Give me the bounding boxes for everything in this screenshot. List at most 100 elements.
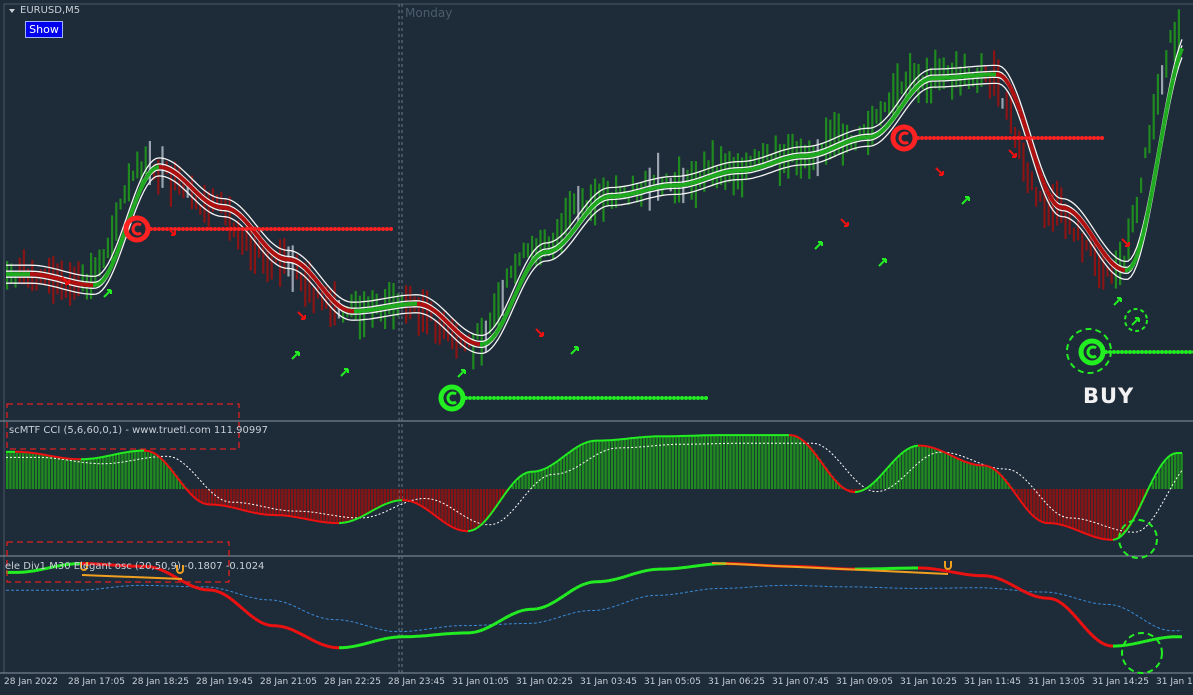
- cci-line: [911, 445, 916, 448]
- moving-average-core: [650, 186, 655, 191]
- moving-average-core: [523, 267, 530, 276]
- cci-bar: [338, 489, 342, 524]
- moving-average-core: [490, 333, 497, 340]
- signal-dot: [361, 227, 365, 231]
- signal-dot: [936, 136, 940, 140]
- signal-dot: [201, 227, 205, 231]
- signal-dot: [552, 396, 556, 400]
- moving-average-core: [779, 157, 784, 163]
- osc-line: [263, 622, 268, 627]
- moving-average-core: [1033, 157, 1040, 168]
- cci-bar: [604, 440, 607, 489]
- osc-line: [245, 610, 250, 616]
- moving-average-core: [274, 253, 281, 259]
- chart-canvas[interactable]: [0, 0, 1193, 695]
- cci-bar: [630, 438, 633, 489]
- cci-line: [962, 459, 967, 463]
- signal-dot: [992, 136, 996, 140]
- cci-bar: [50, 456, 54, 489]
- osc-line: [329, 645, 334, 649]
- cci-bar: [534, 471, 537, 489]
- signal-dot: [1060, 136, 1064, 140]
- cci-line: [35, 452, 40, 455]
- cci-bar: [73, 459, 76, 489]
- cci-line: [449, 525, 454, 529]
- signal-dot: [520, 396, 524, 400]
- signal-dot: [540, 396, 544, 400]
- cci-line: [44, 453, 49, 457]
- osc-line: [1090, 634, 1097, 639]
- price-bar: [1148, 125, 1151, 154]
- moving-average-core: [313, 277, 320, 284]
- show-button[interactable]: Show: [25, 21, 63, 38]
- cci-bar: [47, 455, 50, 489]
- price-bar: [18, 257, 21, 284]
- cci-line: [389, 500, 394, 504]
- moving-average-core: [869, 134, 874, 140]
- price-bar: [1144, 147, 1147, 159]
- signal-dot: [596, 396, 600, 400]
- price-bar: [1173, 21, 1176, 62]
- signal-dot: [337, 227, 341, 231]
- moving-average-core: [698, 178, 703, 183]
- moving-average-core: [644, 187, 649, 193]
- moving-average-core: [1132, 254, 1139, 264]
- moving-average-core: [1012, 94, 1019, 103]
- moving-average-core: [496, 324, 503, 332]
- signal-dot: [345, 227, 349, 231]
- cci-line: [413, 501, 418, 505]
- osc-line: [1001, 578, 1006, 583]
- price-bar: [883, 102, 886, 113]
- chart-window[interactable]: EURUSD,M5 Show Monday scMTF CCI (5,6,60,…: [0, 0, 1193, 695]
- moving-average-core: [1039, 174, 1046, 185]
- osc-line: [302, 633, 307, 638]
- signal-dot: [1000, 136, 1004, 140]
- moving-average-core: [710, 173, 715, 179]
- cci-line: [311, 519, 316, 522]
- cci-line: [95, 456, 100, 460]
- cci-line: [350, 519, 355, 522]
- moving-average-core: [821, 149, 826, 155]
- signal-dot: [544, 396, 548, 400]
- price-bar: [484, 320, 487, 353]
- moving-average-core: [115, 244, 122, 254]
- osc-line: [200, 587, 205, 592]
- signal-dot: [476, 396, 480, 400]
- moving-average-core: [812, 152, 817, 157]
- osc-line: [1106, 643, 1111, 648]
- osc-line: [254, 617, 259, 622]
- signal-dot: [484, 396, 488, 400]
- moving-average-core: [785, 155, 790, 161]
- moving-average-core: [53, 275, 58, 281]
- osc-line: [476, 629, 481, 634]
- cci-bar: [265, 489, 268, 515]
- signal-dot: [920, 136, 924, 140]
- signal-dot: [652, 396, 656, 400]
- cci-bar: [134, 451, 137, 489]
- signal-dot: [329, 227, 333, 231]
- moving-average-core: [293, 258, 298, 264]
- moving-average-core: [1051, 199, 1058, 207]
- signal-dot: [365, 227, 369, 231]
- osc-line: [989, 574, 994, 579]
- signal-dot: [1044, 136, 1048, 140]
- time-axis-label: 31 Jan 13:05: [1028, 677, 1085, 687]
- osc-line: [1136, 641, 1141, 645]
- price-bar: [22, 249, 25, 285]
- cci-bar: [31, 452, 34, 489]
- signal-dot: [704, 396, 708, 400]
- cci-line: [227, 505, 232, 509]
- price-bar: [136, 151, 139, 179]
- moving-average-core: [764, 162, 769, 168]
- moving-average-core: [916, 81, 923, 88]
- day-label: Monday: [405, 6, 453, 20]
- cci-bar: [326, 489, 329, 523]
- cci-bar: [550, 466, 553, 489]
- signal-dot: [664, 396, 668, 400]
- time-axis-label: 31 Jan 01:05: [452, 677, 509, 687]
- cci-line: [1112, 538, 1117, 541]
- signal-dot: [1184, 350, 1188, 354]
- cci-line: [116, 452, 121, 455]
- moving-average-core: [713, 172, 718, 178]
- cci-bar: [902, 453, 905, 489]
